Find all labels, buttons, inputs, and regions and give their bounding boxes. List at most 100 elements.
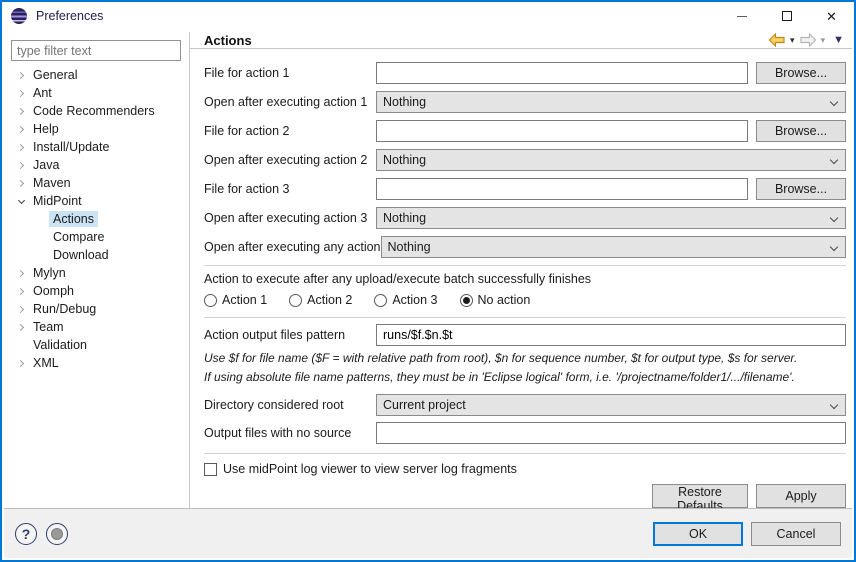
help-button[interactable]: ? bbox=[15, 523, 37, 545]
preferences-dialog: Preferences ✕ General Ant Code Recommend… bbox=[0, 0, 856, 562]
command-link-toggle-button[interactable] bbox=[46, 523, 68, 545]
file-action-1-label: File for action 1 bbox=[204, 66, 376, 80]
expand-chevron-icon[interactable] bbox=[13, 283, 29, 299]
expand-chevron-icon[interactable] bbox=[13, 85, 29, 101]
radio-no-action[interactable]: No action bbox=[460, 293, 531, 307]
sidebar-item-compare[interactable]: Compare bbox=[4, 228, 188, 246]
expand-chevron-icon[interactable] bbox=[13, 103, 29, 119]
minimize-icon bbox=[737, 16, 747, 17]
open-any-action-select[interactable]: Nothing bbox=[381, 236, 846, 258]
radio-icon bbox=[289, 294, 302, 307]
directory-root-label: Directory considered root bbox=[204, 398, 376, 412]
expand-chevron-icon[interactable] bbox=[13, 139, 29, 155]
view-menu-icon[interactable]: ▼ bbox=[833, 34, 844, 46]
cancel-button[interactable]: Cancel bbox=[751, 522, 841, 546]
log-viewer-option[interactable]: Use midPoint log viewer to view server l… bbox=[204, 460, 846, 478]
output-pattern-label: Action output files pattern bbox=[204, 328, 376, 342]
titlebar: Preferences ✕ bbox=[2, 2, 854, 30]
collapse-chevron-icon[interactable] bbox=[13, 193, 29, 209]
sidebar-item-validation[interactable]: Validation bbox=[4, 336, 188, 354]
preferences-tree-panel: General Ant Code Recommenders Help Insta… bbox=[4, 32, 190, 508]
sidebar-item-mylyn[interactable]: Mylyn bbox=[4, 264, 188, 282]
expand-chevron-icon[interactable] bbox=[13, 265, 29, 281]
chevron-down-icon bbox=[830, 401, 838, 409]
sidebar-item-java[interactable]: Java bbox=[4, 156, 188, 174]
restore-defaults-button[interactable]: Restore Defaults bbox=[652, 484, 748, 508]
expand-chevron-icon[interactable] bbox=[13, 121, 29, 137]
page-header: Actions ▾ ▾ ▼ bbox=[190, 32, 852, 49]
output-pattern-input[interactable] bbox=[376, 324, 846, 346]
expand-chevron-icon[interactable] bbox=[13, 175, 29, 191]
directory-root-select[interactable]: Current project bbox=[376, 394, 846, 416]
back-history-dropdown-icon[interactable]: ▾ bbox=[790, 36, 795, 45]
maximize-button[interactable] bbox=[764, 2, 809, 30]
page-title: Actions bbox=[204, 33, 768, 48]
sidebar-item-actions[interactable]: Actions bbox=[4, 210, 188, 228]
expand-chevron-icon[interactable] bbox=[13, 319, 29, 335]
file-action-2-input[interactable] bbox=[376, 120, 748, 142]
checkbox-icon[interactable] bbox=[204, 463, 217, 476]
browse-action-1-button[interactable]: Browse... bbox=[756, 62, 846, 84]
forward-history-dropdown-icon[interactable]: ▾ bbox=[821, 36, 826, 45]
output-no-source-input[interactable] bbox=[376, 422, 846, 444]
section-divider bbox=[204, 453, 846, 454]
chevron-down-icon bbox=[830, 98, 838, 106]
sidebar-item-general[interactable]: General bbox=[4, 66, 188, 84]
radio-action-3[interactable]: Action 3 bbox=[374, 293, 437, 307]
log-viewer-label: Use midPoint log viewer to view server l… bbox=[223, 462, 517, 476]
dialog-footer: ? OK Cancel bbox=[4, 508, 852, 558]
expand-chevron-icon[interactable] bbox=[13, 355, 29, 371]
sidebar-item-oomph[interactable]: Oomph bbox=[4, 282, 188, 300]
sidebar-item-maven[interactable]: Maven bbox=[4, 174, 188, 192]
open-action-3-label: Open after executing action 3 bbox=[204, 211, 376, 225]
question-mark-icon: ? bbox=[22, 526, 31, 542]
maximize-icon bbox=[782, 11, 792, 21]
radio-selected-icon bbox=[460, 294, 473, 307]
expand-chevron-icon[interactable] bbox=[13, 301, 29, 317]
preference-page: Actions ▾ ▾ ▼ File for action 1 Browse..… bbox=[190, 32, 852, 508]
file-action-3-label: File for action 3 bbox=[204, 182, 376, 196]
back-arrow-icon[interactable] bbox=[768, 33, 786, 47]
close-button[interactable]: ✕ bbox=[809, 2, 854, 30]
output-no-source-label: Output files with no source bbox=[204, 426, 376, 440]
sidebar-item-team[interactable]: Team bbox=[4, 318, 188, 336]
radio-icon bbox=[204, 294, 217, 307]
preferences-tree: General Ant Code Recommenders Help Insta… bbox=[4, 66, 188, 372]
radio-icon bbox=[374, 294, 387, 307]
expand-chevron-icon[interactable] bbox=[13, 157, 29, 173]
sidebar-item-midpoint[interactable]: MidPoint bbox=[4, 192, 188, 210]
chevron-down-icon bbox=[830, 156, 838, 164]
chevron-down-icon bbox=[830, 214, 838, 222]
pattern-hint-line-2: If using absolute file name patterns, th… bbox=[204, 370, 846, 385]
batch-action-group-label: Action to execute after any upload/execu… bbox=[204, 272, 846, 286]
file-action-1-input[interactable] bbox=[376, 62, 748, 84]
sidebar-item-run-debug[interactable]: Run/Debug bbox=[4, 300, 188, 318]
minimize-button[interactable] bbox=[719, 2, 764, 30]
forward-arrow-icon[interactable] bbox=[799, 33, 817, 47]
sidebar-item-help[interactable]: Help bbox=[4, 120, 188, 138]
file-action-2-label: File for action 2 bbox=[204, 124, 376, 138]
sidebar-item-install-update[interactable]: Install/Update bbox=[4, 138, 188, 156]
radio-action-2[interactable]: Action 2 bbox=[289, 293, 352, 307]
open-action-1-label: Open after executing action 1 bbox=[204, 95, 376, 109]
chevron-down-icon bbox=[830, 243, 838, 251]
browse-action-3-button[interactable]: Browse... bbox=[756, 178, 846, 200]
section-divider bbox=[204, 265, 846, 266]
radio-action-1[interactable]: Action 1 bbox=[204, 293, 267, 307]
open-action-3-select[interactable]: Nothing bbox=[376, 207, 846, 229]
sidebar-item-code-recommenders[interactable]: Code Recommenders bbox=[4, 102, 188, 120]
sidebar-item-xml[interactable]: XML bbox=[4, 354, 188, 372]
open-action-2-select[interactable]: Nothing bbox=[376, 149, 846, 171]
apply-button[interactable]: Apply bbox=[756, 484, 846, 508]
open-action-1-select[interactable]: Nothing bbox=[376, 91, 846, 113]
browse-action-2-button[interactable]: Browse... bbox=[756, 120, 846, 142]
sidebar-item-ant[interactable]: Ant bbox=[4, 84, 188, 102]
open-any-action-label: Open after executing any action bbox=[204, 240, 381, 254]
filter-input[interactable] bbox=[11, 40, 181, 61]
ok-button[interactable]: OK bbox=[653, 522, 743, 546]
batch-action-radio-group: Action 1 Action 2 Action 3 No action bbox=[204, 291, 846, 309]
file-action-3-input[interactable] bbox=[376, 178, 748, 200]
expand-chevron-icon[interactable] bbox=[13, 67, 29, 83]
record-icon bbox=[51, 528, 63, 540]
sidebar-item-download[interactable]: Download bbox=[4, 246, 188, 264]
